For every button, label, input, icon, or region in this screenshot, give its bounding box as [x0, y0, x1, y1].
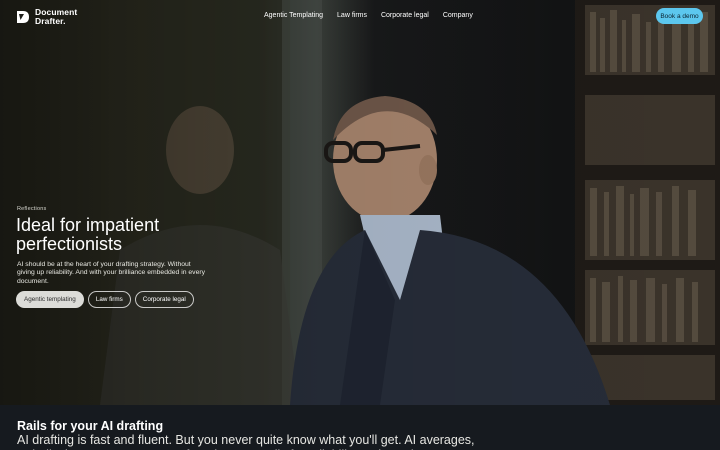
brand-name-line2: Drafter.	[35, 15, 66, 26]
hero-section	[0, 0, 720, 405]
pill-corporate-legal[interactable]: Corporate legal	[134, 291, 194, 308]
hero-description: AI should be at the heart of your drafti…	[17, 261, 206, 285]
section-body: AI drafting is fast and fluent. But you …	[17, 433, 475, 450]
main-nav: Agentic Templating Law firms Corporate l…	[264, 12, 473, 19]
logo-mark-icon	[17, 10, 29, 23]
nav-item-agentic-templating[interactable]: Agentic Templating	[264, 12, 323, 19]
brand-name: Document Drafter.	[35, 8, 77, 25]
book-demo-button[interactable]: Book a demo	[656, 8, 703, 24]
hero-title: Ideal for impatient perfectionists	[16, 215, 160, 254]
hero-eyebrow: Reflections	[17, 206, 47, 212]
section-title: Rails for your AI drafting	[17, 419, 164, 433]
site-header: Document Drafter. Agentic Templating Law…	[0, 0, 720, 34]
hero-overlay	[0, 0, 720, 405]
nav-item-corporate-legal[interactable]: Corporate legal	[381, 12, 429, 19]
nav-item-law-firms[interactable]: Law firms	[337, 12, 367, 19]
nav-item-company[interactable]: Company	[443, 12, 473, 19]
audience-pills: Agentic templating Law firms Corporate l…	[16, 291, 194, 308]
pill-law-firms[interactable]: Law firms	[87, 291, 131, 308]
brand-logo[interactable]: Document Drafter.	[16, 8, 77, 25]
pill-agentic-templating[interactable]: Agentic templating	[16, 291, 84, 308]
rails-section: Rails for your AI drafting AI drafting i…	[0, 405, 720, 450]
